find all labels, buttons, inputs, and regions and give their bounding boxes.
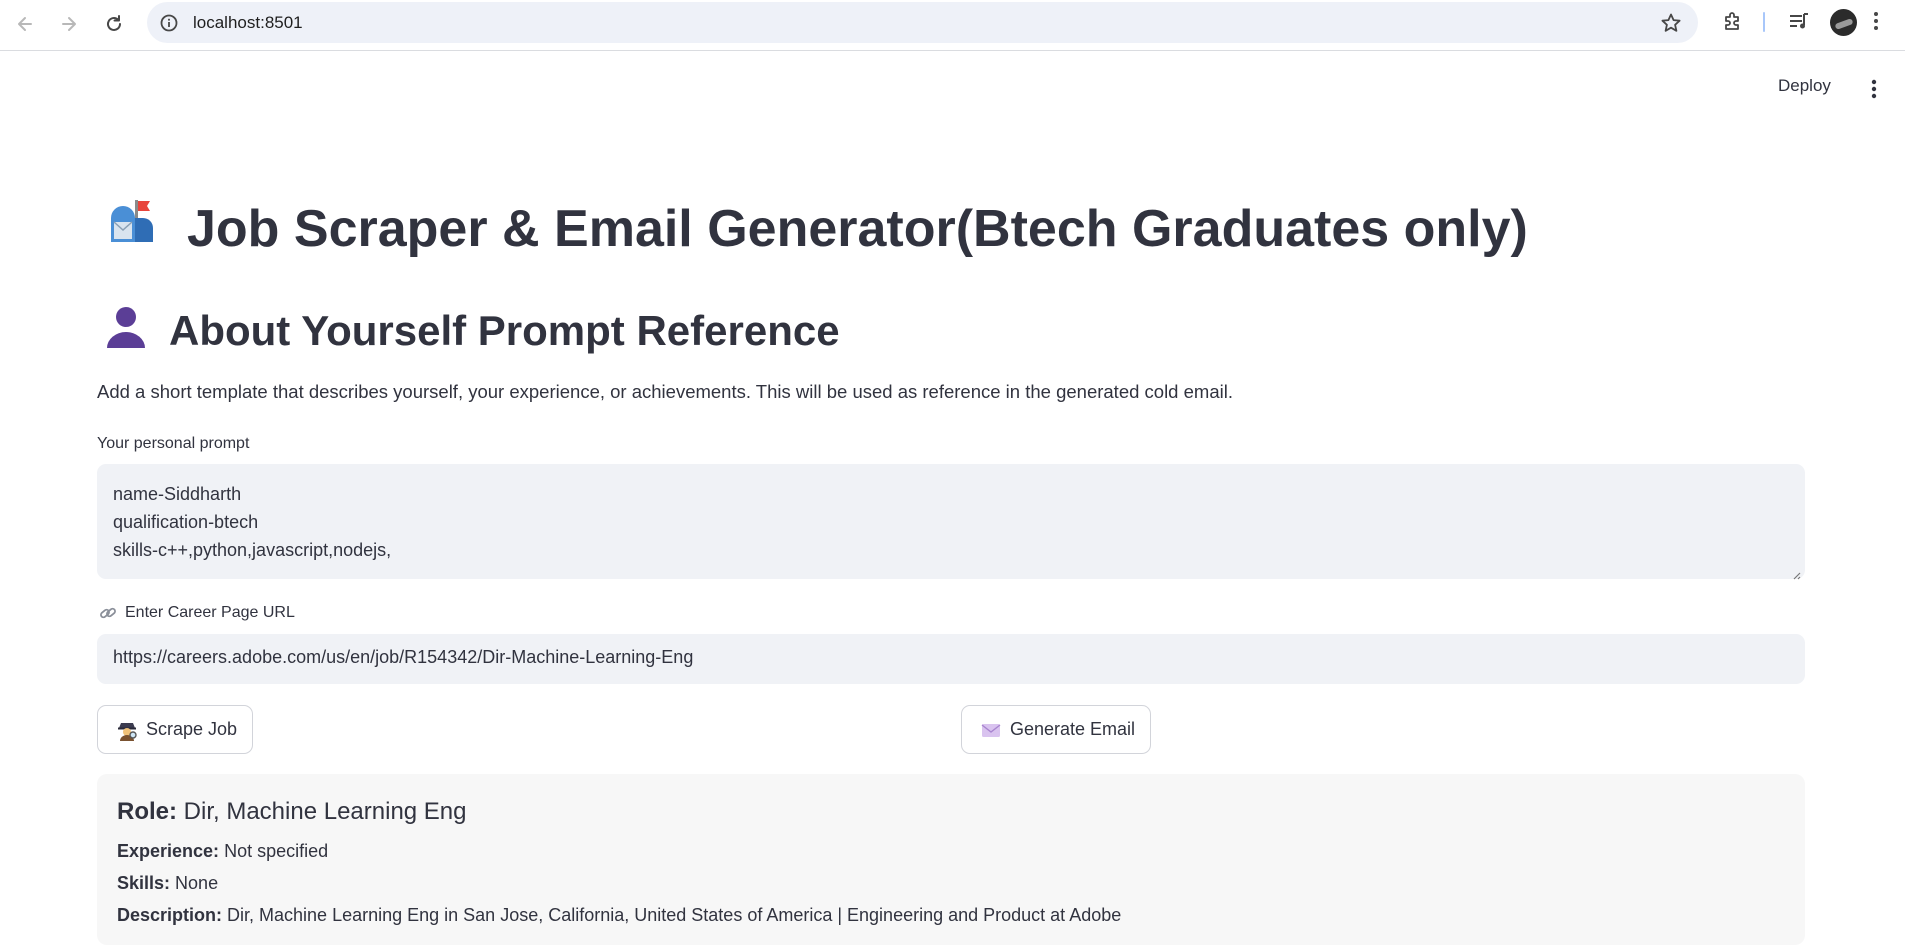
app-menu-icon[interactable]	[1870, 78, 1878, 104]
site-info-icon[interactable]	[159, 13, 179, 37]
job-result-card: Role: Dir, Machine Learning Eng Experien…	[97, 774, 1805, 945]
result-skills: Skills: None	[117, 867, 1785, 899]
generate-email-label: Generate Email	[1010, 719, 1136, 739]
profile-avatar[interactable]	[1830, 9, 1857, 36]
browser-toolbar: localhost:8501	[0, 0, 1905, 51]
result-role: Role: Dir, Machine Learning Eng	[117, 798, 1785, 826]
scrape-job-button[interactable]: Scrape Job	[97, 705, 253, 754]
generate-email-button[interactable]: Generate Email	[961, 705, 1151, 754]
description-value: Dir, Machine Learning Eng in San Jose, C…	[227, 905, 1122, 925]
url-label-text: Enter Career Page URL	[125, 604, 295, 621]
bookmark-star-icon[interactable]	[1660, 12, 1682, 38]
experience-key: Experience:	[117, 841, 220, 861]
forward-arrow-icon[interactable]	[54, 9, 84, 39]
envelope-icon	[980, 719, 1002, 741]
page-title: Job Scraper & Email Generator(Btech Grad…	[105, 196, 1528, 261]
experience-value: Not specified	[224, 841, 329, 861]
prompt-label: Your personal prompt	[97, 435, 250, 452]
section-heading-text: About Yourself Prompt Reference	[169, 307, 840, 354]
scrape-job-label: Scrape Job	[146, 719, 238, 739]
extensions-icon[interactable]	[1722, 10, 1744, 36]
description-key: Description:	[117, 905, 223, 925]
personal-prompt-textarea[interactable]: name-Siddharth qualification-btech skill…	[97, 464, 1805, 579]
skills-key: Skills:	[117, 873, 171, 893]
link-icon	[99, 604, 117, 622]
detective-icon	[116, 719, 138, 741]
person-silhouette-icon	[103, 303, 149, 359]
section-description: Add a short template that describes your…	[97, 381, 1233, 402]
page-title-text: Job Scraper & Email Generator(Btech Grad…	[187, 199, 1528, 258]
career-url-input[interactable]: https://careers.adobe.com/us/en/job/R154…	[97, 634, 1805, 684]
media-control-icon[interactable]	[1788, 10, 1810, 36]
mailbox-icon	[105, 196, 157, 261]
address-bar[interactable]: localhost:8501	[147, 2, 1698, 43]
back-arrow-icon[interactable]	[10, 9, 40, 39]
section-heading: About Yourself Prompt Reference	[103, 303, 840, 359]
skills-value: None	[175, 873, 219, 893]
toolbar-divider	[1763, 12, 1765, 32]
deploy-button[interactable]: Deploy	[1778, 76, 1831, 96]
resize-grip-icon[interactable]	[1791, 565, 1903, 943]
result-experience: Experience: Not specified	[117, 835, 1785, 867]
role-value: Dir, Machine Learning Eng	[183, 798, 467, 825]
url-label: Enter Career Page URL	[99, 604, 295, 622]
result-description: Description: Dir, Machine Learning Eng i…	[117, 899, 1785, 931]
url-text[interactable]: localhost:8501	[193, 13, 303, 33]
role-key: Role:	[117, 798, 177, 825]
reload-icon[interactable]	[99, 9, 129, 39]
browser-menu-icon[interactable]	[1872, 10, 1880, 36]
